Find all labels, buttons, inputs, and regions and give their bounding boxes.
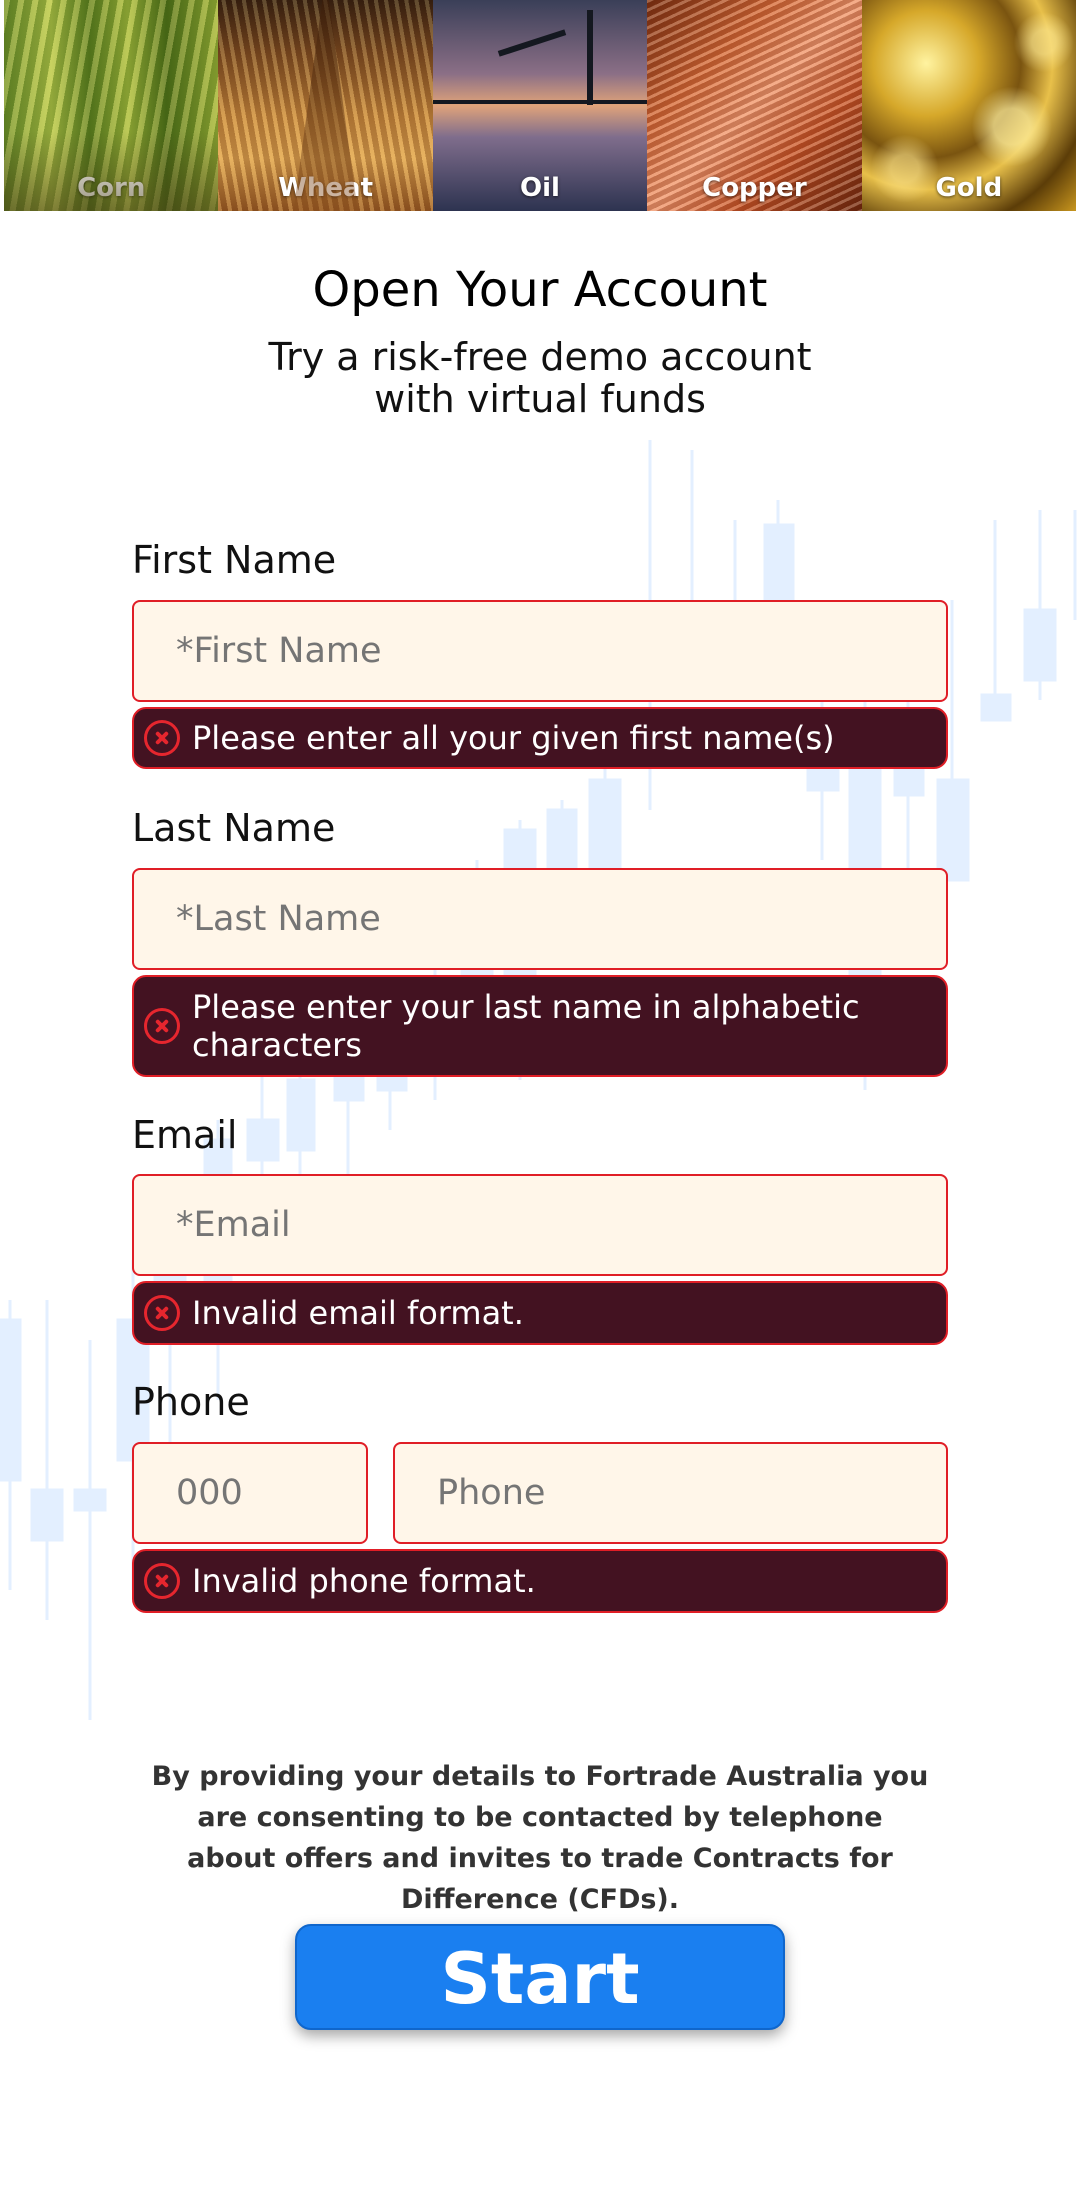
last-name-input[interactable]: [132, 868, 948, 970]
phone-label: Phone: [132, 1380, 250, 1424]
last-name-error: Please enter your last name in alphabeti…: [132, 975, 948, 1077]
wheat-image: Wheat: [218, 0, 433, 211]
copper-image: Copper: [647, 0, 862, 211]
page-subtitle: Try a risk-free demo account with virtua…: [268, 335, 812, 421]
email-error: Invalid email format.: [132, 1281, 948, 1345]
error-icon: [144, 1008, 180, 1044]
banner-label-copper: Copper: [702, 173, 807, 203]
phone-number-input[interactable]: [393, 1442, 948, 1544]
phone-code-input[interactable]: [132, 1442, 368, 1544]
banner-label-oil: Oil: [520, 173, 560, 203]
consent-disclaimer: By providing your details to Fortrade Au…: [151, 1761, 929, 1915]
banner-label-wheat: Wheat: [278, 173, 373, 203]
first-name-error-text: Please enter all your given first name(s…: [192, 719, 835, 757]
first-name-error: Please enter all your given first name(s…: [132, 707, 948, 769]
gold-image: Gold: [861, 0, 1077, 211]
banner-label-corn: Corn: [77, 173, 146, 203]
corn-image: Corn: [4, 0, 219, 211]
error-icon: [144, 1295, 180, 1331]
last-name-label: Last Name: [132, 806, 336, 850]
email-label: Email: [132, 1113, 238, 1157]
error-icon: [144, 720, 180, 756]
email-error-text: Invalid email format.: [192, 1294, 524, 1332]
email-input[interactable]: [132, 1174, 948, 1276]
first-name-input[interactable]: [132, 600, 948, 702]
page-title: Open Your Account: [312, 262, 768, 318]
start-trading-button[interactable]: Start Trading: [295, 1924, 785, 2126]
commodity-banner: Corn Wheat Oil Copper Gold: [4, 0, 1077, 211]
last-name-error-text: Please enter your last name in alphabeti…: [192, 988, 860, 1064]
phone-error: Invalid phone format.: [132, 1549, 948, 1613]
banner-label-gold: Gold: [935, 173, 1003, 203]
oil-image: Oil: [432, 0, 648, 211]
phone-error-text: Invalid phone format.: [192, 1562, 536, 1600]
first-name-label: First Name: [132, 538, 337, 582]
error-icon: [144, 1563, 180, 1599]
